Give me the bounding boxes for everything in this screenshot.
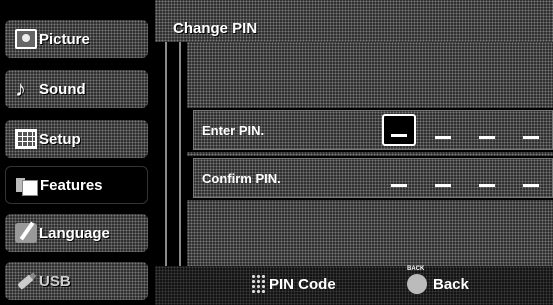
- sidebar: Picture Sound Setup Features Language US…: [0, 0, 155, 305]
- confirm-pin-digit-3[interactable]: [470, 162, 504, 194]
- features-icon: [16, 175, 38, 196]
- pin-form: Enter PIN. Confirm PIN.: [187, 42, 553, 266]
- sidebar-item-label: Features: [40, 176, 103, 194]
- enter-pin-digit-4[interactable]: [514, 114, 548, 146]
- placeholder-dash: [479, 184, 495, 187]
- sidebar-item-label: USB: [39, 272, 71, 290]
- language-icon: [15, 223, 37, 243]
- footer-bar: PIN Code Back: [155, 266, 553, 305]
- confirm-pin-digit-4[interactable]: [514, 162, 548, 194]
- sidebar-item-sound[interactable]: Sound: [5, 70, 148, 108]
- confirm-pin-row[interactable]: Confirm PIN.: [193, 158, 553, 198]
- usb-icon: [11, 266, 41, 295]
- placeholder-dash: [391, 134, 407, 137]
- title-bar: Change PIN: [155, 0, 553, 42]
- enter-pin-row[interactable]: Enter PIN.: [193, 110, 553, 150]
- confirm-pin-digit-2[interactable]: [426, 162, 460, 194]
- back-button[interactable]: Back: [407, 266, 469, 294]
- placeholder-dash: [391, 184, 407, 187]
- confirm-pin-digit-1[interactable]: [382, 162, 416, 194]
- back-icon: [407, 266, 427, 294]
- placeholder-dash: [435, 184, 451, 187]
- enter-pin-label: Enter PIN.: [202, 122, 265, 138]
- change-pin-panel: Change PIN Enter PIN. Confirm PIN. PIN C…: [155, 0, 553, 305]
- sidebar-item-setup[interactable]: Setup: [5, 120, 148, 158]
- placeholder-dash: [435, 136, 451, 139]
- sidebar-item-label: Sound: [39, 80, 86, 98]
- sidebar-item-features[interactable]: Features: [5, 166, 148, 204]
- sound-icon: [15, 79, 37, 99]
- setup-icon: [15, 129, 37, 149]
- sidebar-item-language[interactable]: Language: [5, 214, 148, 252]
- sidebar-item-label: Picture: [39, 30, 90, 48]
- enter-pin-digit-1[interactable]: [382, 114, 416, 146]
- back-label: Back: [433, 275, 469, 293]
- confirm-pin-label: Confirm PIN.: [202, 170, 281, 186]
- pin-code-label: PIN Code: [269, 275, 336, 293]
- placeholder-dash: [479, 136, 495, 139]
- picture-icon: [15, 29, 37, 49]
- sidebar-item-picture[interactable]: Picture: [5, 20, 148, 58]
- keypad-icon: [251, 274, 265, 294]
- pin-code-hint: PIN Code: [251, 274, 336, 294]
- sidebar-item-label: Setup: [39, 130, 81, 148]
- page-title: Change PIN: [173, 20, 258, 37]
- sidebar-item-usb[interactable]: USB: [5, 262, 148, 300]
- enter-pin-digit-3[interactable]: [470, 114, 504, 146]
- placeholder-dash: [523, 184, 539, 187]
- sidebar-item-label: Language: [39, 224, 110, 242]
- enter-pin-digit-2[interactable]: [426, 114, 460, 146]
- placeholder-dash: [523, 136, 539, 139]
